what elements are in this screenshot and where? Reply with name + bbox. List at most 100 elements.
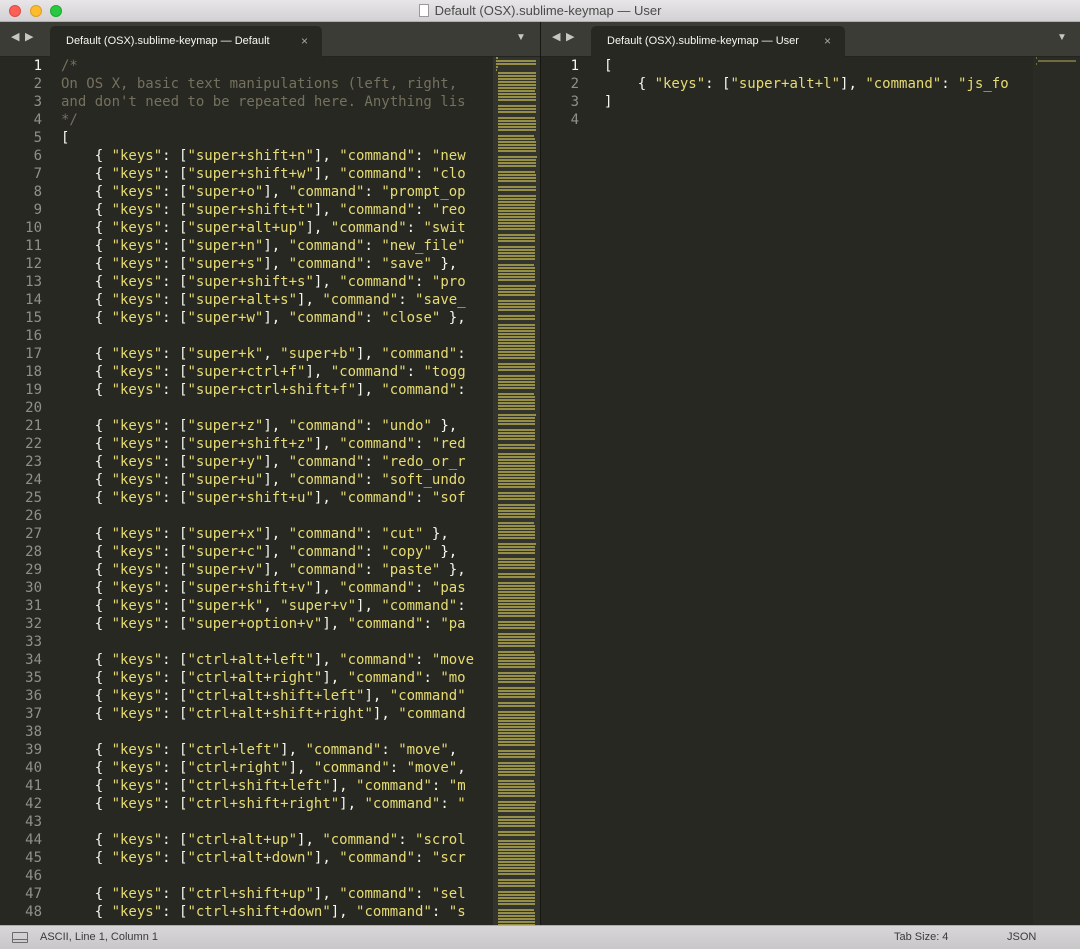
tab-default-keymap[interactable]: Default (OSX).sublime-keymap — Default × (50, 26, 322, 57)
string-literal: "command" (322, 832, 399, 848)
nav-back-icon[interactable]: ◀ (552, 30, 560, 44)
minimap-line (1038, 60, 1076, 62)
code-punctuation: : (398, 292, 416, 308)
code-punctuation: : [ (162, 850, 188, 866)
minimap-line (498, 513, 536, 515)
minimap-line (498, 84, 536, 86)
code-punctuation: { (61, 832, 112, 848)
code-punctuation: , (457, 760, 466, 776)
line-number-gutter: 1 2 3 4 (541, 57, 585, 129)
line-number: 18 (25, 364, 42, 380)
code-line: { "keys": ["super+ctrl+f"], "command": "… (61, 363, 501, 381)
string-literal: "super+n" (187, 238, 264, 254)
minimap-line (498, 675, 536, 677)
minimap-line (498, 378, 536, 380)
minimap[interactable] (1033, 57, 1080, 925)
string-literal: "command" (322, 292, 399, 308)
string-literal: "super+c" (187, 544, 264, 560)
show-panel-icon[interactable] (12, 932, 28, 943)
right-tab-bar: ◀ ▶ Default (OSX).sublime-keymap — User … (541, 22, 1080, 57)
string-literal: "command" (339, 148, 416, 164)
string-literal: "red (431, 436, 466, 452)
nav-forward-icon[interactable]: ▶ (25, 30, 33, 44)
minimap-line (498, 213, 536, 215)
string-literal: "super+w" (187, 310, 264, 326)
string-literal: "redo_or_r (381, 454, 466, 470)
code-punctuation: : [ (162, 310, 188, 326)
code-area[interactable]: /* On OS X, basic text manipulations (lef… (61, 57, 501, 921)
tab-close-icon[interactable]: × (301, 26, 308, 57)
code-line: { "keys": ["ctrl+alt+down"], "command": … (61, 849, 501, 867)
minimap-line (498, 228, 536, 230)
minimap-line (498, 423, 536, 425)
minimap-line (498, 840, 536, 842)
tab-close-icon[interactable]: × (824, 26, 831, 57)
code-punctuation: { (61, 346, 112, 362)
minimap-line (498, 93, 536, 95)
nav-back-icon[interactable]: ◀ (11, 30, 19, 44)
minimap-line (498, 603, 536, 605)
string-literal: "keys" (111, 238, 163, 254)
tab-label: Default (OSX).sublime-keymap — Default (66, 35, 270, 47)
status-bar: ASCII, Line 1, Column 1 Tab Size: 4 JSON (0, 925, 1080, 949)
code-punctuation: ], (313, 166, 340, 182)
line-number: 16 (25, 328, 42, 344)
string-literal: "keys" (111, 796, 163, 812)
string-literal: "super+z" (187, 418, 264, 434)
code-punctuation: : (389, 760, 407, 776)
code-punctuation: : [ (162, 886, 188, 902)
code-punctuation: : [ (162, 832, 188, 848)
minimap-line (498, 750, 536, 752)
right-editor-pane[interactable]: 1 2 3 4 [ { "keys": ["super+alt+l"], "comma… (541, 57, 1080, 925)
tab-dropdown-icon[interactable]: ▼ (1057, 32, 1067, 43)
minimap-line (498, 765, 536, 767)
minimap-line (498, 585, 536, 587)
code-punctuation: : (415, 148, 432, 164)
minimap-line (498, 402, 536, 404)
code-punctuation: : [ (162, 778, 188, 794)
minimap-line (498, 87, 536, 89)
code-punctuation: ], (313, 148, 340, 164)
code-punctuation: : (415, 436, 432, 452)
string-literal: "super+k" (187, 346, 264, 362)
comment-text: */ (61, 112, 78, 128)
code-punctuation: ], (305, 364, 331, 380)
code-punctuation: : [ (162, 598, 188, 614)
string-literal: "command" (288, 472, 365, 488)
nav-forward-icon[interactable]: ▶ (566, 30, 574, 44)
minimap-line (496, 66, 498, 68)
code-punctuation: : (381, 742, 399, 758)
string-literal: "ctrl+shift+down" (187, 904, 331, 920)
line-number: 38 (25, 724, 42, 740)
code-punctuation: : (364, 544, 382, 560)
code-punctuation: ], (313, 436, 340, 452)
minimap-line (498, 288, 536, 290)
syntax-selector[interactable]: JSON (1007, 926, 1036, 949)
minimap-line (498, 300, 535, 302)
tab-dropdown-icon[interactable]: ▼ (516, 32, 526, 43)
string-literal: "s (448, 904, 466, 920)
minimap-line (498, 126, 536, 128)
code-area[interactable]: [ { "keys": ["super+alt+l"], "command": … (604, 57, 1034, 129)
minimap[interactable] (493, 57, 540, 925)
minimap-line (496, 57, 498, 59)
string-literal: "command" (381, 346, 458, 362)
tab-user-keymap[interactable]: Default (OSX).sublime-keymap — User × (591, 26, 845, 57)
line-number: 10 (25, 220, 42, 236)
minimap-line (498, 852, 536, 854)
string-literal: "super+option+v" (187, 616, 323, 632)
code-punctuation: { (61, 166, 112, 182)
minimap-line (498, 738, 536, 740)
line-number: 44 (25, 832, 42, 848)
code-line: { "keys": ["ctrl+alt+left"], "command": … (61, 651, 501, 669)
string-literal: "command" (339, 166, 416, 182)
code-punctuation: : [ (162, 904, 188, 920)
minimap-line (498, 918, 536, 920)
minimap-line (498, 318, 536, 320)
left-editor-pane[interactable]: 1 2 3 4 5 6 7 8 9 10 11 12 13 14 15 16 17 18 19 20 21 22 23 24 2… (0, 57, 540, 925)
code-punctuation: }, (440, 562, 466, 578)
minimap-line (498, 111, 536, 113)
tab-size-selector[interactable]: Tab Size: 4 (894, 926, 948, 949)
minimap-line (498, 354, 536, 356)
